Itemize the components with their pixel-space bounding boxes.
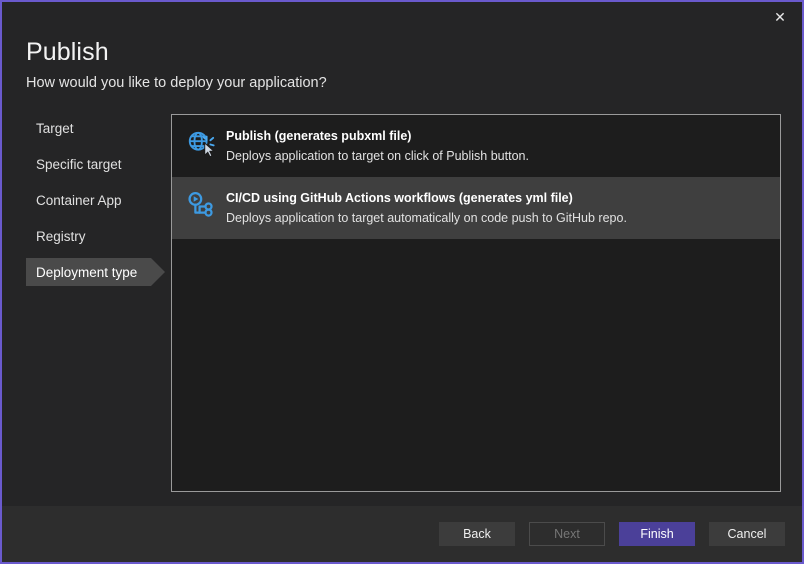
sidebar-item-label: Container App [36, 193, 122, 208]
sidebar-item-label: Registry [36, 229, 86, 244]
option-title: CI/CD using GitHub Actions workflows (ge… [226, 191, 573, 205]
deployment-type-list: Publish (generates pubxml file) Deploys … [171, 114, 781, 492]
option-title: Publish (generates pubxml file) [226, 129, 411, 143]
sidebar-item-target[interactable]: Target [26, 114, 164, 142]
option-text: Publish (generates pubxml file) Deploys … [226, 126, 529, 165]
sidebar-item-label: Target [36, 121, 74, 136]
sidebar-item-container-app[interactable]: Container App [26, 186, 164, 214]
dialog-header: Publish How would you like to deploy you… [26, 36, 766, 93]
sidebar-item-specific-target[interactable]: Specific target [26, 150, 164, 178]
close-icon[interactable]: ✕ [758, 2, 802, 32]
option-publish-pubxml[interactable]: Publish (generates pubxml file) Deploys … [172, 115, 780, 177]
cancel-button[interactable]: Cancel [709, 522, 785, 546]
globe-cursor-icon [184, 127, 218, 161]
page-title: Publish [26, 36, 766, 68]
option-text: CI/CD using GitHub Actions workflows (ge… [226, 188, 627, 227]
publish-dialog-window: ✕ Publish How would you like to deploy y… [0, 0, 804, 564]
wizard-step-sidebar: Target Specific target Container App Reg… [26, 114, 164, 294]
dialog-footer: Back Next Finish Cancel [2, 506, 802, 562]
sidebar-item-registry[interactable]: Registry [26, 222, 164, 250]
next-button: Next [529, 522, 605, 546]
back-button[interactable]: Back [439, 522, 515, 546]
sidebar-item-deployment-type[interactable]: Deployment type [26, 258, 151, 286]
option-description: Deploys application to target automatica… [226, 209, 627, 227]
sidebar-item-label: Specific target [36, 157, 122, 172]
pipeline-workflow-icon [184, 189, 218, 223]
option-description: Deploys application to target on click o… [226, 147, 529, 165]
sidebar-item-label: Deployment type [36, 265, 137, 280]
finish-button[interactable]: Finish [619, 522, 695, 546]
page-subtitle: How would you like to deploy your applic… [26, 73, 766, 93]
option-cicd-github-actions[interactable]: CI/CD using GitHub Actions workflows (ge… [172, 177, 780, 239]
title-bar: ✕ [2, 2, 802, 32]
